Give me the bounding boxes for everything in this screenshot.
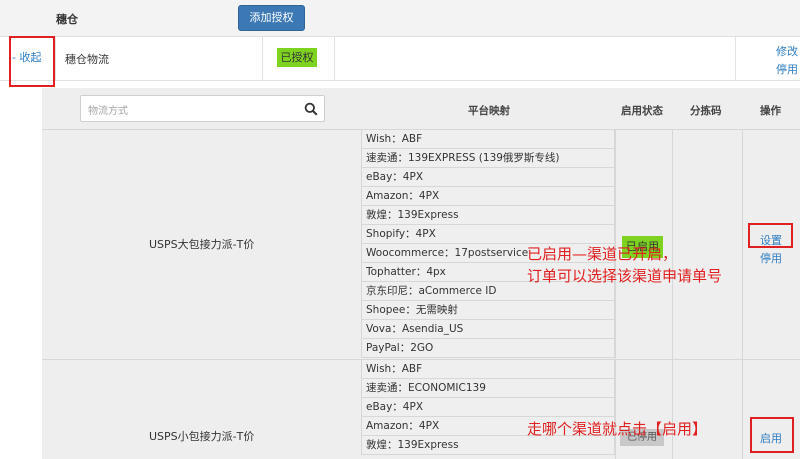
authorized-badge: 已授权 bbox=[277, 48, 317, 67]
highlight-box bbox=[748, 223, 793, 248]
mapping-item: Vova：Asendia_US bbox=[361, 320, 615, 339]
mapping-item: Wish：ABF bbox=[361, 360, 615, 379]
search-icon[interactable] bbox=[304, 102, 318, 116]
column-divider bbox=[742, 130, 743, 459]
mapping-column-header: 平台映射 bbox=[468, 105, 510, 117]
mapping-item: Shopify：4PX bbox=[361, 225, 615, 244]
disable-provider-link[interactable]: 停用 bbox=[776, 61, 798, 77]
disable-method-link[interactable]: 停用 bbox=[760, 250, 782, 266]
provider-name: 穗仓物流 bbox=[65, 53, 109, 66]
search-placeholder: 物流方式 bbox=[88, 106, 128, 117]
mapping-item: 速卖通：ECONOMIC139 bbox=[361, 379, 615, 398]
annotation-enable-instruction: 走哪个渠道就点击【启用】 bbox=[527, 420, 708, 438]
top-bar: 穗仓 添加授权 bbox=[0, 0, 800, 37]
mapping-item: 敦煌：139Express bbox=[361, 206, 615, 225]
mapping-item: Amazon：4PX bbox=[361, 187, 615, 206]
status-column-header: 启用状态 bbox=[621, 105, 663, 117]
divider bbox=[735, 37, 736, 81]
actions-column-header: 操作 bbox=[760, 105, 781, 117]
divider bbox=[55, 37, 56, 81]
column-divider bbox=[672, 130, 673, 459]
search-box[interactable]: 物流方式 bbox=[80, 95, 325, 122]
method-name: USPS小包接力派-T价 bbox=[149, 430, 255, 443]
panel-header: 物流方式 平台映射 启用状态 分拣码 操作 bbox=[42, 88, 800, 130]
mapping-item: 速卖通：139EXPRESS (139俄罗斯专线) bbox=[361, 149, 615, 168]
mapping-item: eBay：4PX bbox=[361, 168, 615, 187]
column-divider bbox=[615, 130, 616, 459]
mapping-item: PayPal：2GO bbox=[361, 339, 615, 358]
annotation-enabled-line1: 已启用—渠道已开启， bbox=[527, 245, 678, 263]
highlight-box bbox=[750, 417, 794, 453]
sort-code-column-header: 分拣码 bbox=[690, 105, 722, 117]
provider-row: - 收起 穗仓物流 bbox=[0, 37, 800, 81]
mapping-item: Wish：ABF bbox=[361, 130, 615, 149]
mapping-item: Shopee：无需映射 bbox=[361, 301, 615, 320]
divider bbox=[334, 37, 335, 81]
highlight-box bbox=[9, 36, 55, 87]
mapping-list: Wish：ABF 速卖通：ECONOMIC139 eBay：4PX Amazon… bbox=[361, 360, 615, 455]
method-name: USPS大包接力派-T价 bbox=[149, 238, 255, 251]
divider bbox=[262, 37, 263, 81]
add-authorization-button[interactable]: 添加授权 bbox=[238, 5, 305, 31]
edit-link[interactable]: 修改 bbox=[776, 43, 798, 59]
mapping-item: eBay：4PX bbox=[361, 398, 615, 417]
warehouse-title: 穗仓 bbox=[56, 13, 78, 26]
annotation-enabled-line2: 订单可以选择该渠道申请单号 bbox=[527, 267, 723, 285]
